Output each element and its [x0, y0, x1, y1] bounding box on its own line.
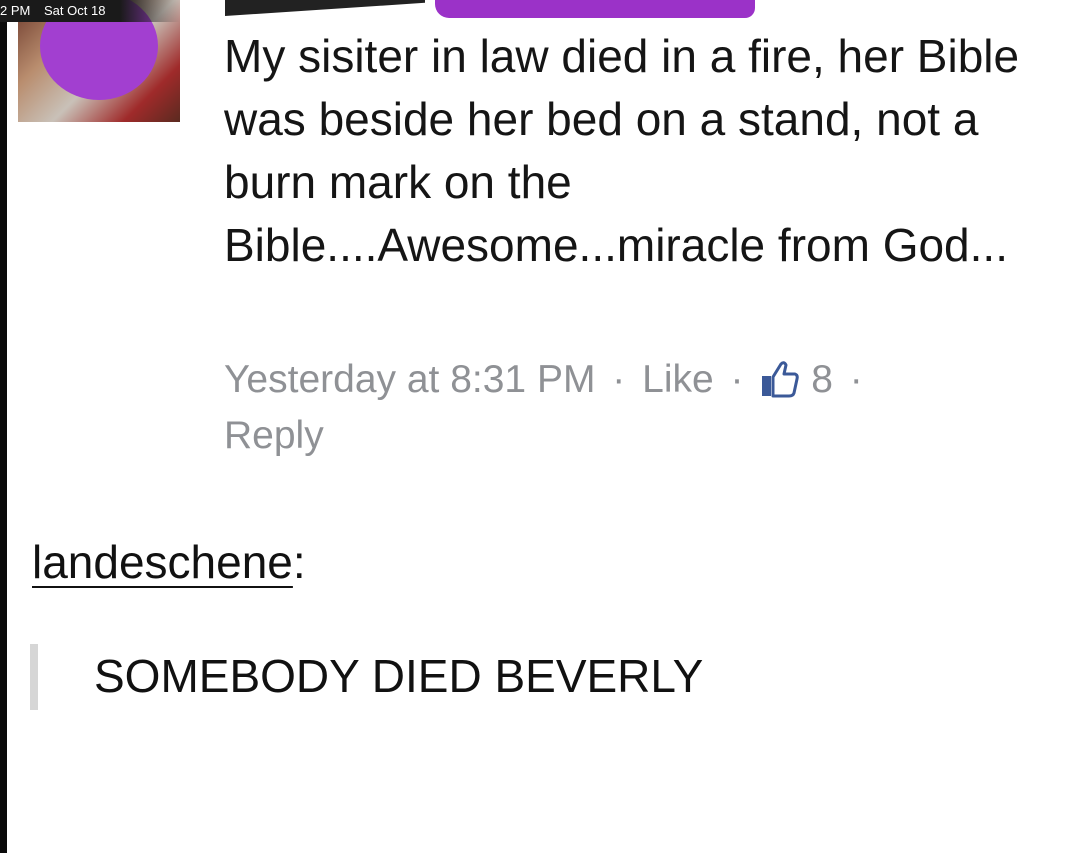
username-colon: : — [292, 536, 306, 588]
blockquote-text: SOMEBODY DIED BEVERLY — [94, 650, 704, 702]
blockquote-bar — [30, 644, 38, 710]
tumblr-username[interactable]: landeschene — [32, 536, 293, 588]
reply-link[interactable]: Reply — [224, 414, 324, 457]
left-edge — [0, 22, 7, 853]
status-time: 2 PM — [0, 3, 31, 18]
comment-meta: Yesterday at 8:31 PM · Like · 8 · Reply — [224, 352, 1044, 464]
screenshot: 2 PM Sat Oct 18 My sisiter in law died i… — [0, 0, 1080, 853]
tumblr-username-line: landeschene: — [32, 532, 306, 592]
meta-separator: · — [730, 358, 744, 401]
meta-separator: · — [849, 358, 863, 401]
like-count[interactable]: 8 — [811, 358, 833, 401]
meta-separator: · — [612, 358, 626, 401]
tumblr-reblog: landeschene: SOMEBODY DIED BEVERLY — [0, 520, 1080, 853]
status-date: Sat Oct 18 — [44, 3, 106, 18]
facebook-comment: My sisiter in law died in a fire, her Bi… — [0, 0, 1080, 480]
comment-body: My sisiter in law died in a fire, her Bi… — [224, 30, 1020, 271]
status-bar: 2 PM Sat Oct 18 — [0, 0, 200, 22]
thumbs-up-icon[interactable] — [760, 358, 800, 398]
like-link[interactable]: Like — [642, 358, 714, 401]
comment-timestamp[interactable]: Yesterday at 8:31 PM — [224, 358, 595, 401]
